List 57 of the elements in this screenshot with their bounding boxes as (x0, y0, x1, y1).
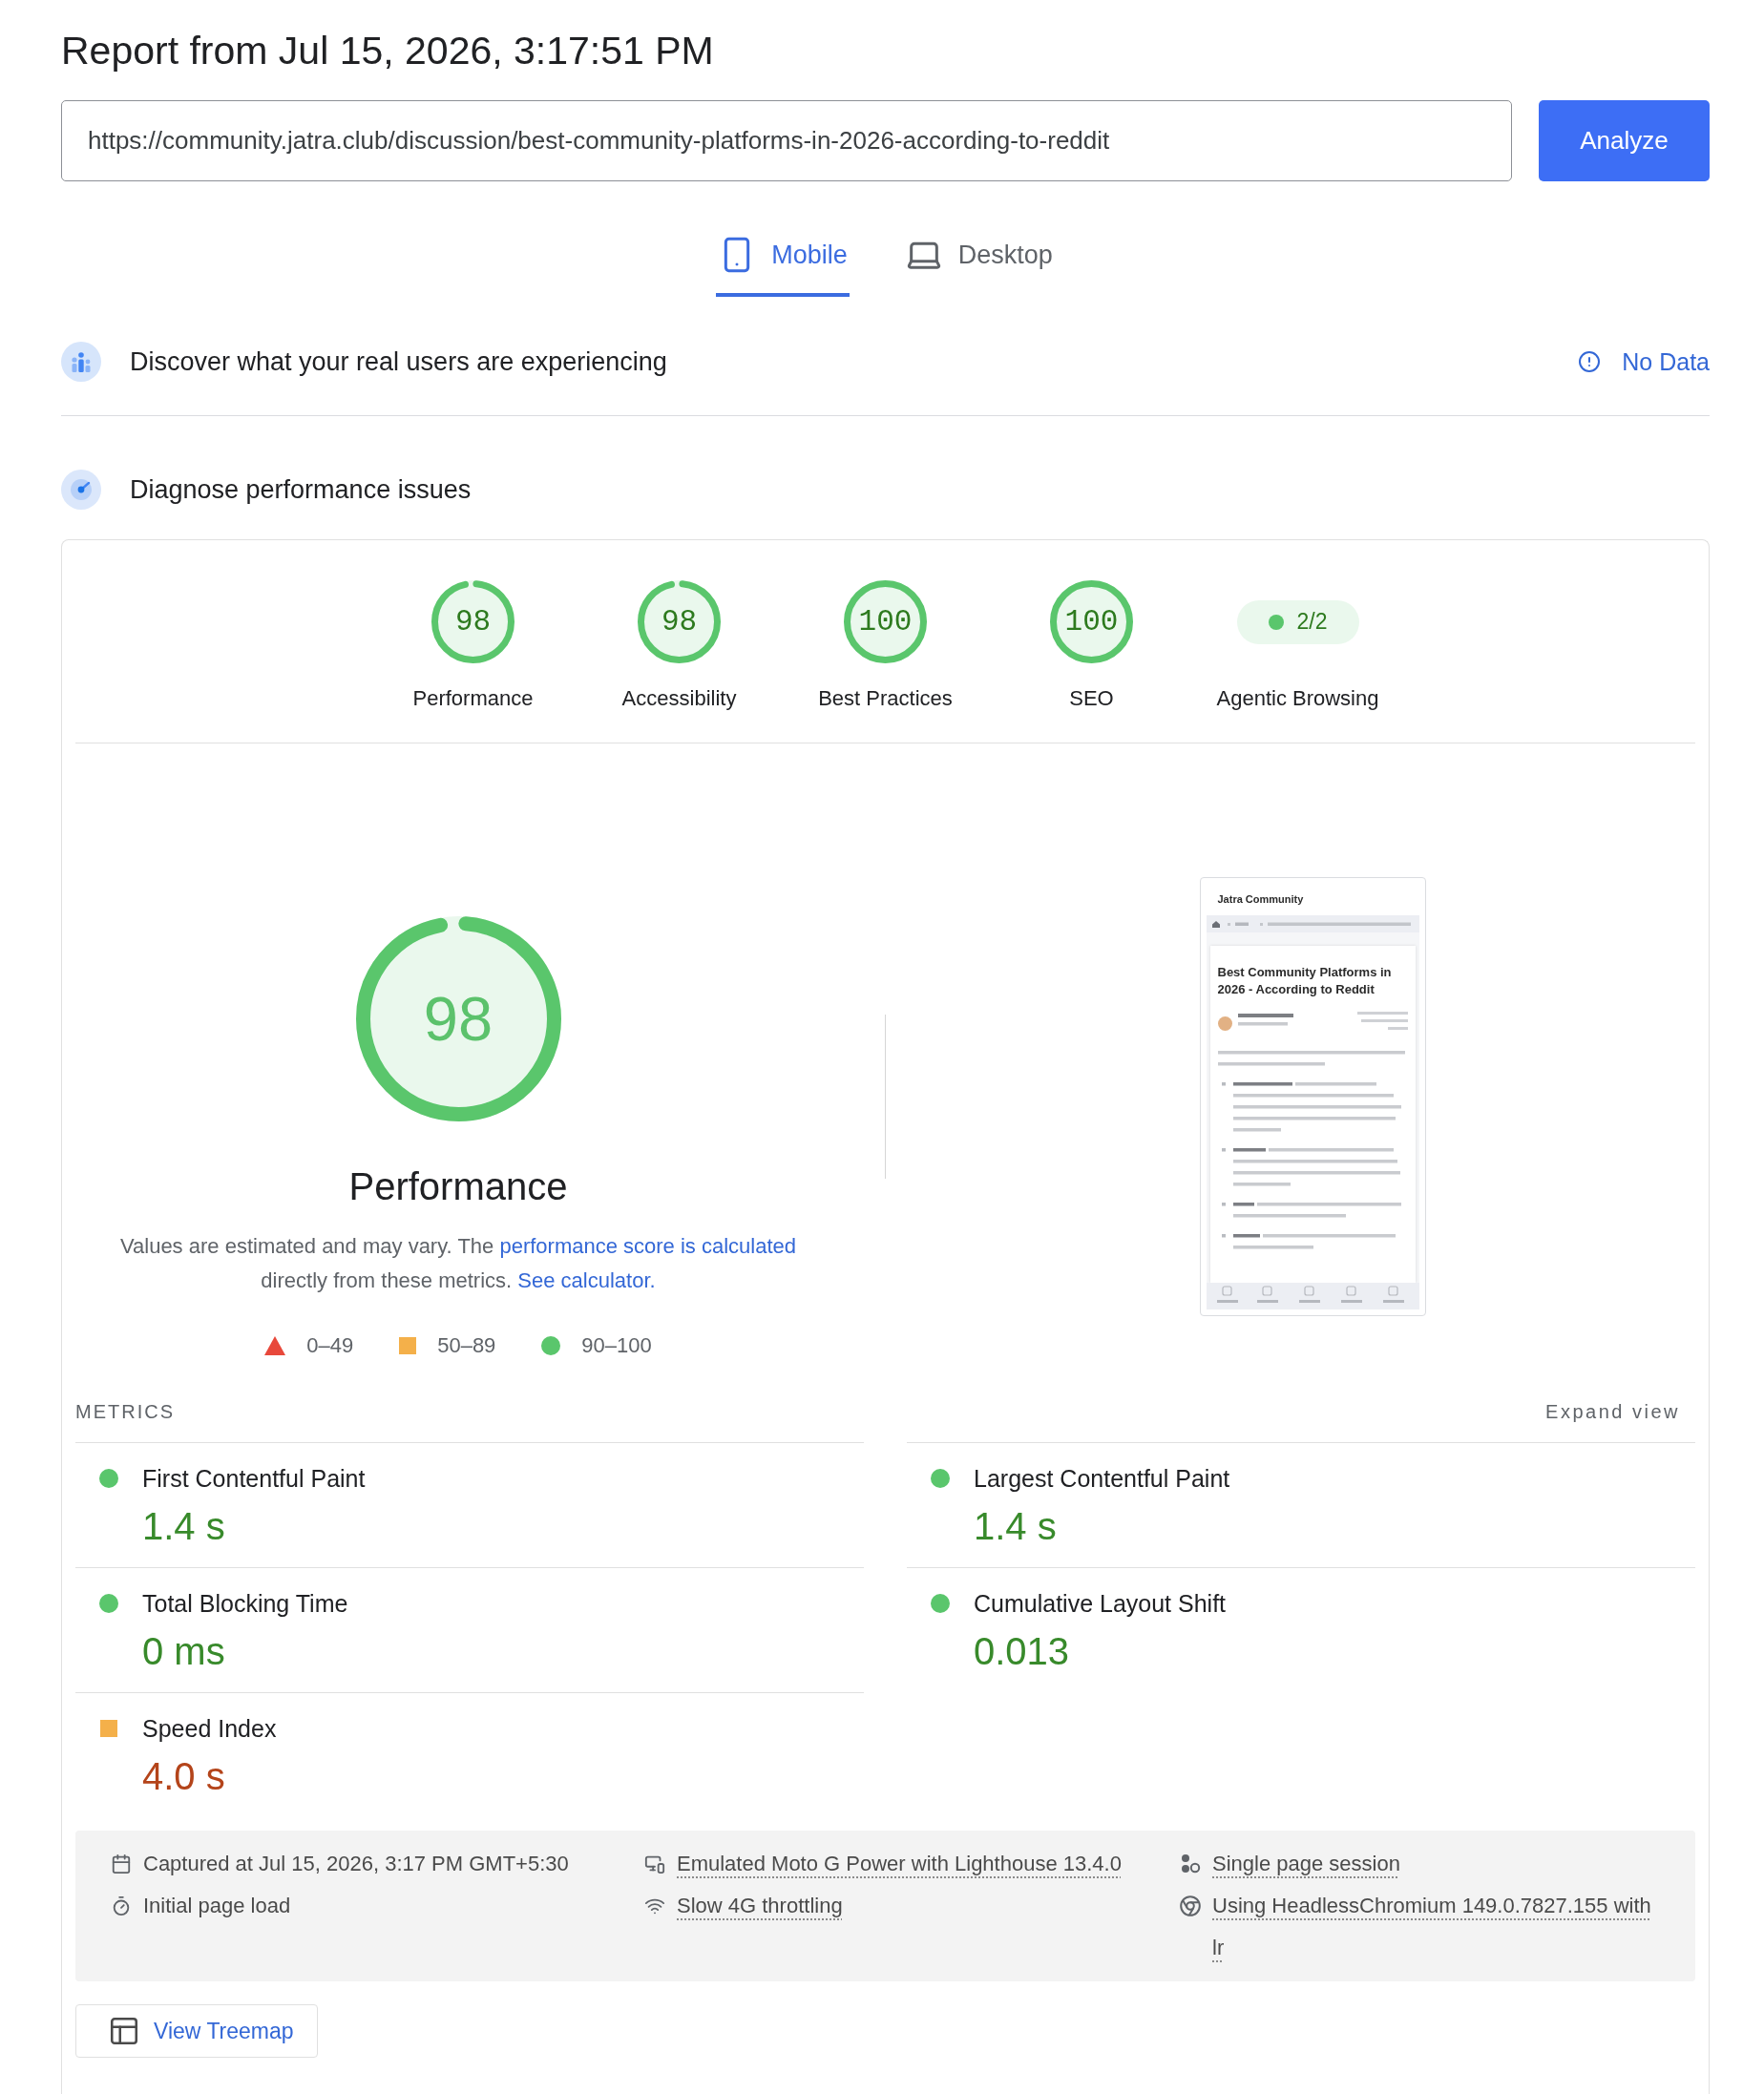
environment-detail: Initial page load (143, 1893, 291, 1919)
expand-view-button[interactable]: Expand view (1545, 1400, 1680, 1423)
performance-title: Performance (348, 1164, 568, 1209)
metric-name: Speed Index (142, 1714, 277, 1743)
report-title: Report from Jul 15, 2026, 3:17:51 PM (61, 28, 715, 74)
environment-detail[interactable]: Single page session (1212, 1843, 1400, 1885)
score-value: 98 (454, 607, 492, 637)
metric-name: Largest Contentful Paint (974, 1464, 1230, 1493)
avatar-placeholder (1217, 1016, 1232, 1031)
metric-name: First Contentful Paint (142, 1464, 366, 1493)
users-chart-icon (61, 342, 101, 382)
gauge-icon (61, 470, 101, 510)
environment-detail[interactable]: Emulated Moto G Power with Lighthouse 13.4.0 (677, 1843, 1122, 1885)
score-value: 100 (1064, 607, 1119, 637)
legend-label: 90–100 (581, 1332, 652, 1359)
category-label: Performance (412, 686, 534, 711)
metrics-heading: METRICS (75, 1400, 175, 1423)
score-value: 2/2 (1296, 609, 1328, 635)
no-data-link[interactable]: No Data (1578, 347, 1710, 376)
metric-value: 0.013 (974, 1629, 1070, 1674)
section-heading: Diagnose performance issues (130, 474, 472, 506)
device-tab[interactable]: Desktop (902, 236, 1055, 297)
category-label: Agentic Browsing (1216, 686, 1379, 711)
panels-icon (108, 2015, 140, 2047)
calendar-icon (111, 1853, 132, 1874)
analyze-button[interactable]: Analyze (1539, 100, 1710, 181)
metric-value: 1.4 s (974, 1504, 1057, 1549)
score-value: 98 (661, 607, 698, 637)
browser-icon (1180, 1895, 1201, 1916)
metric-name: Cumulative Layout Shift (974, 1589, 1227, 1618)
view-treemap-button[interactable]: View Treemap (75, 2004, 318, 2058)
article-title: Best Community Platforms in 2026 - According to Reddit (1217, 964, 1393, 998)
category-label: SEO (1069, 686, 1114, 711)
metric-value: 4.0 s (142, 1754, 225, 1799)
site-name: Jatra Community (1216, 892, 1305, 906)
category-label: Accessibility (621, 686, 737, 711)
url-field[interactable]: https://community.jatra.club/discussion/best-community-platforms-in-2026-according-to-reddit (61, 100, 1512, 181)
circles-icon (1180, 1853, 1201, 1874)
category-label: Best Practices (818, 686, 953, 711)
legend-label: 0–49 (306, 1332, 354, 1359)
text-link[interactable]: performance score is calculated (499, 1234, 796, 1258)
metric-value: 0 ms (142, 1629, 225, 1674)
legend-label: 50–89 (437, 1332, 496, 1359)
score-value: 100 (858, 607, 913, 637)
environment-detail: Captured at Jul 15, 2026, 3:17 PM GMT+5:30 (143, 1851, 569, 1877)
environment-detail[interactable]: Slow 4G throttling (677, 1885, 843, 1927)
section-heading: Discover what your real users are experiencing (130, 346, 667, 378)
devices-icon (644, 1853, 665, 1874)
environment-detail[interactable]: Using HeadlessChromium 149.0.7827.155 with lr (1212, 1885, 1659, 1969)
performance-note: Values are estimated and may vary. The performance score is calculated directly from these metrics. See calculator. (119, 1233, 797, 1294)
metric-value: 1.4 s (142, 1504, 225, 1549)
alert-icon (1578, 350, 1602, 373)
device-tab[interactable]: Mobile (716, 236, 850, 297)
performance-score: 98 (423, 988, 494, 1050)
text-link[interactable]: See calculator. (517, 1268, 656, 1292)
metric-name: Total Blocking Time (142, 1589, 348, 1618)
timer-icon (111, 1895, 132, 1916)
